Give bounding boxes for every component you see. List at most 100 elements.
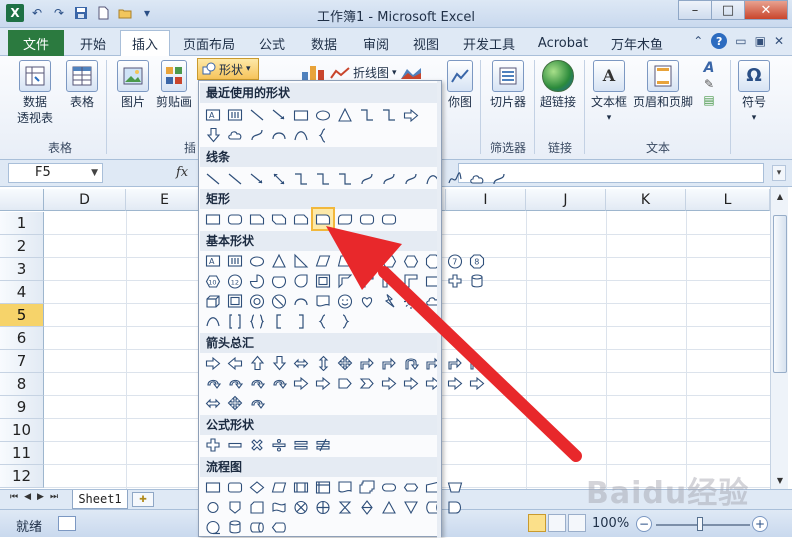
uarrow-shape-icon[interactable]: [247, 353, 267, 373]
scurve-shape-icon[interactable]: [357, 169, 377, 189]
frame-shape-icon[interactable]: [225, 291, 245, 311]
times-shape-icon[interactable]: [247, 435, 267, 455]
row-header[interactable]: 9: [0, 396, 44, 419]
corner-shape-icon[interactable]: [401, 271, 421, 291]
page-layout-view-icon[interactable]: [548, 514, 566, 532]
header-footer-button[interactable]: 页眉和页脚: [632, 60, 694, 110]
tape-shape-icon[interactable]: [269, 497, 289, 517]
scurve-shape-icon[interactable]: [379, 169, 399, 189]
row-header[interactable]: 3: [0, 258, 44, 281]
circarrow-shape-icon[interactable]: [225, 373, 245, 393]
plus-shape-icon[interactable]: [445, 271, 465, 291]
predef-shape-icon[interactable]: [291, 477, 311, 497]
uturn-shape-icon[interactable]: [401, 353, 421, 373]
row-header[interactable]: 10: [0, 419, 44, 442]
bent-shape-icon[interactable]: [445, 353, 465, 373]
ellipse-shape-icon[interactable]: [313, 105, 333, 125]
minus-shape-icon[interactable]: [225, 435, 245, 455]
scroll-thumb[interactable]: [773, 215, 787, 373]
corner-shape-icon[interactable]: [357, 271, 377, 291]
expand-formula-bar-icon[interactable]: ▾: [772, 165, 786, 181]
directstore-shape-icon[interactable]: [247, 517, 267, 537]
n12-shape-icon[interactable]: 12: [225, 271, 245, 291]
rrect-shape-icon[interactable]: [357, 209, 377, 229]
donut-shape-icon[interactable]: [247, 291, 267, 311]
minimize-button[interactable]: –: [678, 0, 712, 20]
cube-shape-icon[interactable]: [203, 291, 223, 311]
object-icon[interactable]: ▤: [703, 92, 714, 108]
frame-shape-icon[interactable]: [313, 271, 333, 291]
curve-shape-icon[interactable]: [203, 311, 223, 331]
noentry-shape-icon[interactable]: [269, 291, 289, 311]
ellipse-shape-icon[interactable]: [247, 251, 267, 271]
doc-shape-icon[interactable]: [313, 291, 333, 311]
altproc-shape-icon[interactable]: [225, 477, 245, 497]
column-header-d[interactable]: D: [44, 189, 126, 211]
arrowline-shape-icon[interactable]: [247, 169, 267, 189]
smiley-shape-icon[interactable]: [335, 291, 355, 311]
process-shape-icon[interactable]: [203, 477, 223, 497]
elbow-shape-icon[interactable]: [357, 105, 377, 125]
last-sheet-icon[interactable]: ⏭: [50, 492, 58, 502]
line-shape-icon[interactable]: [203, 169, 223, 189]
wordart-icon[interactable]: A: [704, 60, 715, 76]
sumjunc-shape-icon[interactable]: [291, 497, 311, 517]
sort-shape-icon[interactable]: [357, 497, 377, 517]
free-shape-icon[interactable]: [445, 169, 465, 189]
lrarrow-shape-icon[interactable]: [291, 353, 311, 373]
round2-shape-icon[interactable]: [335, 209, 355, 229]
elbow-shape-icon[interactable]: [335, 169, 355, 189]
bent-shape-icon[interactable]: [467, 353, 487, 373]
scurve-shape-icon[interactable]: [247, 125, 267, 145]
n10-shape-icon[interactable]: 10: [203, 271, 223, 291]
column-header-i[interactable]: I: [446, 189, 526, 211]
hyperlink-button[interactable]: 超链接: [538, 60, 578, 110]
multidoc-shape-icon[interactable]: [357, 477, 377, 497]
scurve-shape-icon[interactable]: [401, 169, 421, 189]
display-shape-icon[interactable]: [269, 517, 289, 537]
brace-shape-icon[interactable]: [313, 311, 333, 331]
merge-shape-icon[interactable]: [401, 497, 421, 517]
scurve-shape-icon[interactable]: [489, 169, 509, 189]
heart-shape-icon[interactable]: [357, 291, 377, 311]
pivot-table-button[interactable]: 数据 透视表: [12, 60, 58, 126]
manualop-shape-icon[interactable]: [445, 477, 465, 497]
decision-shape-icon[interactable]: [247, 477, 267, 497]
close-button[interactable]: ✕: [744, 0, 788, 20]
tab-view[interactable]: 视图: [404, 30, 448, 56]
collate-shape-icon[interactable]: [335, 497, 355, 517]
symbol-button[interactable]: Ω 符号 ▾: [736, 60, 772, 126]
corner-shape-icon[interactable]: [379, 271, 399, 291]
zoom-slider[interactable]: [656, 524, 750, 526]
macro-record-icon[interactable]: [58, 516, 76, 531]
doc-restore-icon[interactable]: ▣: [755, 34, 766, 48]
line-shape-icon[interactable]: [247, 105, 267, 125]
row-header[interactable]: 2: [0, 235, 44, 258]
first-sheet-icon[interactable]: ⏮: [10, 492, 18, 502]
chord-shape-icon[interactable]: [269, 271, 289, 291]
shapes-button[interactable]: 形状 ▾: [197, 58, 259, 80]
prev-sheet-icon[interactable]: ◀: [24, 492, 31, 502]
textbox-shape-icon[interactable]: A: [203, 105, 223, 125]
bracket-shape-icon[interactable]: [269, 311, 289, 331]
rarrow-shape-icon[interactable]: [401, 373, 421, 393]
rsnip-shape-icon[interactable]: [247, 209, 267, 229]
can-shape-icon[interactable]: [467, 271, 487, 291]
trapezoid-shape-icon[interactable]: [335, 251, 355, 271]
minimize-ribbon-icon[interactable]: ⌃: [693, 34, 703, 48]
arrowline-shape-icon[interactable]: [269, 105, 289, 125]
rarrow-shape-icon[interactable]: [401, 105, 421, 125]
circarrow-shape-icon[interactable]: [247, 373, 267, 393]
vtextbox-shape-icon[interactable]: [225, 105, 245, 125]
connector-shape-icon[interactable]: [203, 497, 223, 517]
delay-shape-icon[interactable]: [445, 497, 465, 517]
dblbracket-shape-icon[interactable]: [225, 311, 245, 331]
scroll-up-icon[interactable]: ▲: [772, 189, 788, 203]
tab-page-layout[interactable]: 页面布局: [178, 30, 240, 56]
vertical-scrollbar[interactable]: ▲ ▼: [770, 187, 788, 489]
elbow-shape-icon[interactable]: [291, 169, 311, 189]
row-header[interactable]: 1: [0, 212, 44, 235]
plus-shape-icon[interactable]: [203, 435, 223, 455]
extract-shape-icon[interactable]: [379, 497, 399, 517]
next-sheet-icon[interactable]: ▶: [37, 492, 44, 502]
